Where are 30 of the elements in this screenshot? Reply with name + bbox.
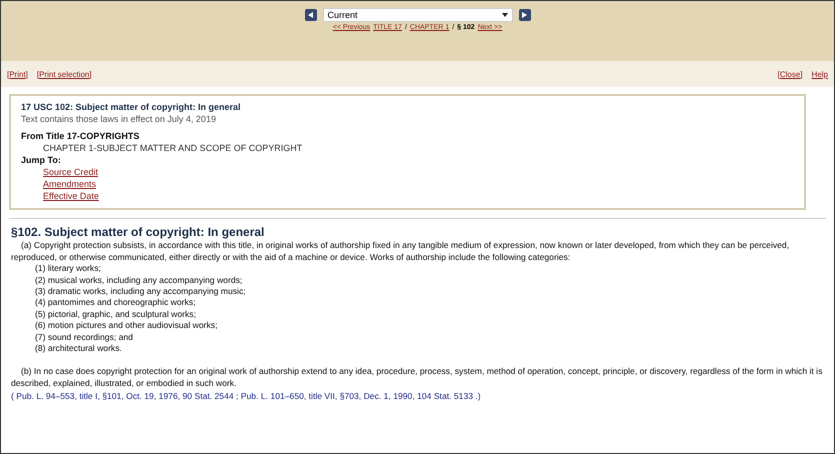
right-arrow-icon xyxy=(522,12,527,18)
jump-label: Jump To: xyxy=(21,154,62,166)
paragraph: (a) Copyright protection subsists, in accordance with this title, in original works of authorship fixed in any tangible medium of expression, now known or later developed, from which they can be perceived, reproduced, or otherwise communicated, either directly or with the aid of a machine or device. Works of authorship include the following categories: xyxy=(11,240,790,264)
list-item: (2) musical works, including any accompanying words; xyxy=(34,274,244,286)
version-select[interactable]: Current xyxy=(322,8,512,22)
print-link[interactable]: [Print selection] xyxy=(36,70,92,78)
chapter-text: CHAPTER 1-SUBJECT MATTER AND SCOPE OF COPYRIGHT xyxy=(43,142,302,154)
section-heading: §102. Subject matter of copyright: In general xyxy=(11,227,266,238)
list-item: (8) architectural works. xyxy=(34,343,123,354)
caret-icon xyxy=(502,13,508,17)
summary-note: Text contains those laws in effect on July 4, 2019 xyxy=(21,113,217,125)
jump-link[interactable]: Effective Date xyxy=(43,190,99,202)
print-link[interactable]: [Print] xyxy=(7,70,28,78)
summary-title: 17 USC 102: Subject matter of copyright: In general xyxy=(21,101,242,113)
previous-button[interactable] xyxy=(304,9,316,21)
source-credit: ( Pub. L. 94–553, title I, §101, Oct. 19, 1976, 90 Stat. 2544 ; Pub. L. 101–650, title VII, §703, Dec. 1, 1990, 104 Stat. 5133 .) xyxy=(11,391,482,403)
list-item: (4) pantomimes and choreographic works; xyxy=(34,297,196,309)
list-item: (7) sound recordings; and xyxy=(34,332,134,344)
toolbar-link[interactable]: Help xyxy=(812,70,828,78)
paragraph: (b) In no case does copyright protection for an original work of authorship extend to any idea, procedure, process, system, method of operation, concept, principle, or discovery, regardless of the form in which it is described, explained, illustrated, or embodied in such work. xyxy=(11,366,824,390)
list-item: (6) motion pictures and other audiovisual works; xyxy=(34,320,218,332)
list-item: (1) literary works; xyxy=(34,263,102,275)
list-item: (5) pictorial, graphic, and sculptural works; xyxy=(34,308,197,320)
toolbar-link[interactable]: [Close] xyxy=(778,70,803,78)
left-arrow-icon xyxy=(308,12,313,18)
jump-link[interactable]: Source Credit xyxy=(43,166,98,178)
title-label: From Title 17-COPYRIGHTS xyxy=(21,130,140,142)
list-item: (3) dramatic works, including any accompanying music; xyxy=(34,286,247,298)
next-button[interactable] xyxy=(518,9,530,21)
jump-link[interactable]: Amendments xyxy=(43,178,96,190)
